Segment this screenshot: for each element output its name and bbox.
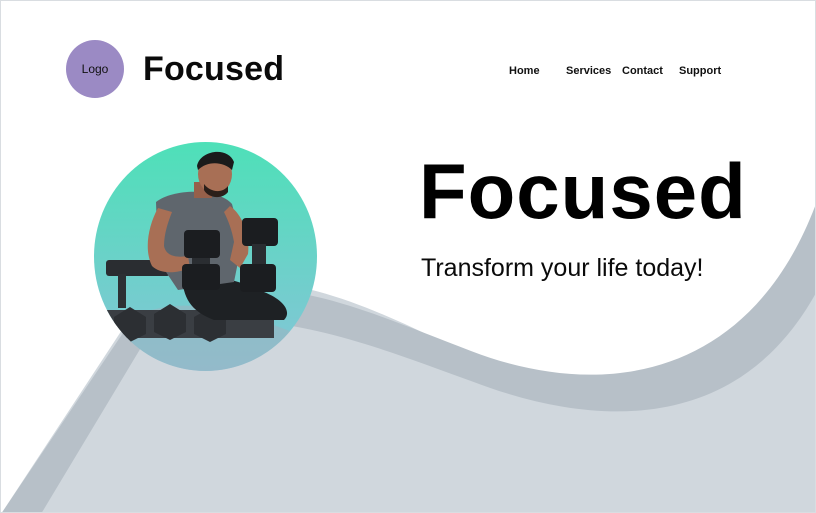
hero-title: Focused [419, 147, 747, 235]
hero-subtitle: Transform your life today! [421, 254, 704, 282]
logo-label: Logo [81, 62, 109, 76]
nav-contact[interactable]: Contact [622, 65, 663, 77]
nav-support[interactable]: Support [679, 65, 721, 77]
nav-services[interactable]: Services [566, 65, 611, 77]
hero-image [94, 142, 317, 371]
page-frame: Logo Focused Home Services Contact Suppo… [0, 0, 816, 513]
brand-name: Focused [143, 50, 285, 88]
nav-home[interactable]: Home [509, 65, 540, 77]
logo[interactable]: Logo [66, 40, 124, 98]
